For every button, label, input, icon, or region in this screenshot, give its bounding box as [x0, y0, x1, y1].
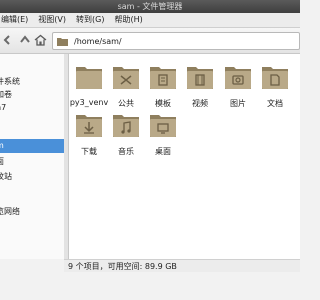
- sidebar-item-home[interactable]: m: [0, 139, 64, 153]
- menubar: 编辑(E) 视图(V) 转到(G) 帮助(H): [0, 13, 300, 28]
- sidebar-item-volume[interactable]: 加卷: [0, 88, 64, 101]
- home-button[interactable]: [32, 32, 48, 48]
- sidebar-item-label: n7: [0, 103, 7, 112]
- file-item[interactable]: 桌面: [143, 108, 183, 156]
- location-path: /home/sam/: [74, 36, 122, 46]
- menu-edit[interactable]: 编辑(E): [0, 13, 33, 27]
- home-icon: [34, 34, 46, 46]
- sidebar-item-label: m: [0, 139, 4, 152]
- folder-desktop-icon: [149, 112, 177, 138]
- folder-small-icon: [57, 37, 68, 46]
- sidebar-item-label: 加卷: [0, 90, 12, 99]
- sidebar-item-filesystem[interactable]: 件系统: [0, 75, 64, 88]
- folder-icon: [75, 64, 103, 90]
- folder-pictures-icon: [224, 64, 252, 90]
- file-item[interactable]: 文档: [255, 60, 295, 108]
- file-name: 桌面: [155, 147, 171, 156]
- folder-documents-icon: [261, 64, 289, 90]
- location-bar[interactable]: /home/sam/: [52, 32, 300, 50]
- sidebar: 件系统 加卷 n7 m 面 纹站 览网络: [0, 54, 65, 259]
- folder-music-icon: [112, 112, 140, 138]
- folder-videos-icon: [186, 64, 214, 90]
- up-arrow-icon: [20, 35, 30, 43]
- window-titlebar[interactable]: sam - 文件管理器: [0, 0, 300, 13]
- folder-templates-icon: [149, 64, 177, 90]
- sidebar-item-desktop[interactable]: 面: [0, 155, 64, 168]
- status-bar: 9 个项目，可用空间: 89.9 GB: [64, 259, 300, 272]
- menu-view[interactable]: 视图(V): [33, 13, 71, 27]
- sidebar-item-label: 件系统: [0, 77, 20, 86]
- folder-public-icon: [112, 64, 140, 90]
- sidebar-item-label: 面: [0, 155, 4, 168]
- file-name: 文档: [267, 99, 283, 108]
- status-text: 9 个项目，可用空间: 89.9 GB: [68, 262, 177, 271]
- sidebar-item-network[interactable]: 览网络: [0, 205, 64, 218]
- folder-download-icon: [75, 112, 103, 138]
- toolbar: /home/sam/: [0, 28, 300, 54]
- sidebar-item-trash[interactable]: 纹站: [0, 170, 64, 183]
- menu-help[interactable]: 帮助(H): [109, 13, 147, 27]
- window-title: sam - 文件管理器: [117, 2, 183, 11]
- sidebar-item-label: 纹站: [0, 172, 12, 181]
- sidebar-item-n7[interactable]: n7: [0, 101, 64, 114]
- menu-go[interactable]: 转到(G): [71, 13, 109, 27]
- back-button[interactable]: [0, 32, 16, 48]
- window-bottom: [0, 272, 300, 300]
- file-view: py3_venv 公共 模板 视频 图片 文档 下载 音乐 桌面: [69, 54, 300, 259]
- up-button[interactable]: [17, 32, 33, 48]
- back-arrow-icon: [3, 35, 10, 45]
- sidebar-item-label: 览网络: [0, 207, 20, 216]
